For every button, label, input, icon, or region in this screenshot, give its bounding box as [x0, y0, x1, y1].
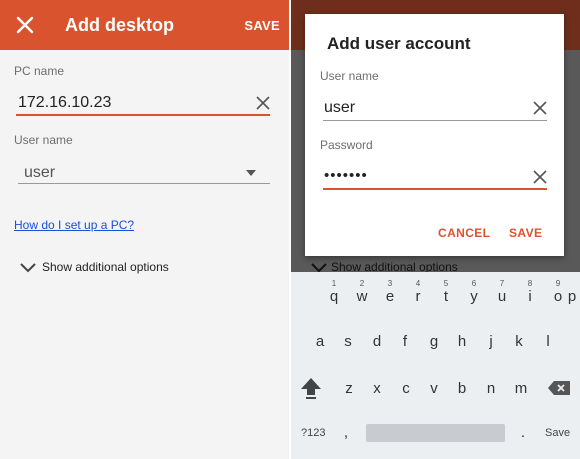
pc-name-input[interactable]: 172.16.10.23 [18, 94, 111, 112]
key-a[interactable]: a [308, 333, 332, 350]
clear-icon[interactable] [533, 101, 547, 115]
key-period[interactable]: . [511, 424, 535, 441]
enter-save-key[interactable]: Save [545, 427, 570, 439]
shift-icon[interactable] [300, 376, 322, 400]
symbols-key[interactable]: ?123 [301, 427, 325, 439]
key-l[interactable]: l [536, 333, 560, 350]
key-b[interactable]: b [450, 380, 474, 397]
key-x[interactable]: x [365, 380, 389, 397]
key-s[interactable]: s [336, 333, 360, 350]
key-c[interactable]: c [394, 380, 418, 397]
add-user-account-screen: Show additional options Add user account… [291, 0, 580, 459]
page-title: Add desktop [65, 15, 175, 35]
key-y[interactable]: 6y [462, 279, 486, 305]
key-k[interactable]: k [507, 333, 531, 350]
key-u[interactable]: 7u [490, 279, 514, 305]
pc-name-label: PC name [14, 64, 65, 78]
dialog-user-name-underline [323, 120, 547, 121]
app-bar: Add desktop SAVE [0, 0, 290, 50]
key-q[interactable]: 1q [322, 279, 346, 305]
save-button[interactable]: SAVE [244, 18, 280, 33]
key-j[interactable]: j [479, 333, 503, 350]
key-v[interactable]: v [422, 380, 446, 397]
key-d[interactable]: d [365, 333, 389, 350]
key-f[interactable]: f [393, 333, 417, 350]
key-h[interactable]: h [450, 333, 474, 350]
key-comma[interactable]: , [334, 424, 358, 441]
user-name-select[interactable]: user [24, 164, 55, 182]
setup-help-link[interactable]: How do I set up a PC? [14, 218, 134, 232]
user-name-label: User name [14, 133, 73, 147]
dialog-user-name-label: User name [320, 69, 379, 83]
space-key[interactable] [366, 424, 505, 442]
dropdown-arrow-icon[interactable] [246, 170, 256, 176]
key-z[interactable]: z [337, 380, 361, 397]
cancel-button[interactable]: CANCEL [438, 226, 490, 240]
key-i[interactable]: 8i [518, 279, 542, 305]
password-input[interactable]: ••••••• [324, 167, 368, 184]
key-w[interactable]: 2w [350, 279, 374, 305]
key-r[interactable]: 4r [406, 279, 430, 305]
show-additional-options[interactable]: Show additional options [20, 260, 169, 274]
save-button[interactable]: SAVE [509, 226, 542, 240]
key-t[interactable]: 5t [434, 279, 458, 305]
add-desktop-screen: Add desktop SAVE PC name 172.16.10.23 Us… [0, 0, 290, 459]
dialog-user-name-input[interactable]: user [324, 99, 355, 117]
add-user-account-dialog: Add user account User name user Password… [305, 14, 564, 256]
key-e[interactable]: 3e [378, 279, 402, 305]
key-m[interactable]: m [509, 380, 533, 397]
chevron-down-icon [20, 263, 36, 273]
key-g[interactable]: g [422, 333, 446, 350]
pc-name-underline [16, 114, 270, 116]
backspace-icon[interactable] [547, 380, 571, 396]
show-additional-options-label: Show additional options [42, 260, 169, 274]
key-n[interactable]: n [479, 380, 503, 397]
dialog-title: Add user account [327, 34, 471, 53]
user-name-underline [18, 183, 270, 184]
password-label: Password [320, 138, 373, 152]
key-p[interactable]: 0p [564, 288, 580, 305]
clear-icon[interactable] [256, 96, 270, 110]
on-screen-keyboard: 1q 2w 3e 4r 5t 6y 7u 8i 9o 0p a s d f g … [291, 272, 580, 459]
password-underline [323, 188, 547, 190]
close-icon[interactable] [14, 14, 36, 36]
clear-icon[interactable] [533, 170, 547, 184]
